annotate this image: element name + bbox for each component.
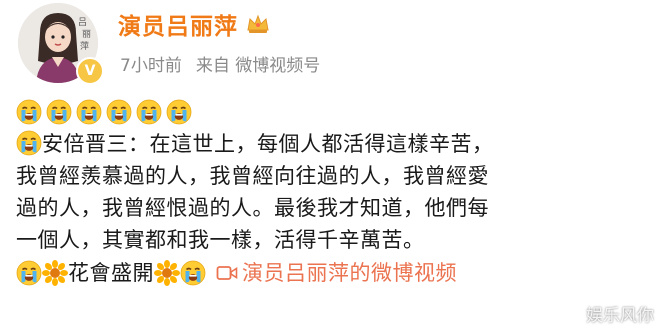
cry-emoji-icon	[136, 99, 162, 125]
video-link[interactable]: 演员吕丽萍的微博视频	[206, 257, 457, 289]
post-content: 安倍晋三：在這世上，每個人都活得這樣辛苦， 我曾經羨慕過的人，我曾經向往過的人，…	[16, 96, 656, 290]
cry-emoji-icon	[76, 99, 102, 125]
post-meta: 7小时前 来自 微博视频号	[120, 51, 320, 76]
cry-emoji-icon	[106, 99, 132, 125]
svg-text:丽: 丽	[82, 29, 91, 40]
content-line-3: 過的人，我曾經恨過的人。最後我才知道，他們每	[16, 196, 489, 220]
watermark: 娱乐风你	[586, 306, 654, 326]
svg-text:萍: 萍	[80, 41, 89, 52]
content-line-4: 一個人，其實都和我一樣，活得千辛萬苦。	[16, 228, 425, 252]
cry-emoji-icon	[46, 99, 72, 125]
cry-emoji-icon	[180, 260, 206, 286]
emoji-row	[16, 96, 656, 128]
sunflower-icon	[42, 260, 68, 286]
cry-emoji-icon	[16, 130, 42, 156]
post-time[interactable]: 7小时前	[120, 51, 182, 76]
cry-emoji-icon	[16, 99, 42, 125]
video-link-label[interactable]: 演员吕丽萍的微博视频	[242, 257, 457, 289]
sunflower-icon	[154, 260, 180, 286]
svg-text:吕: 吕	[78, 17, 87, 28]
author-name[interactable]: 演员吕丽萍	[118, 7, 238, 41]
post-source[interactable]: 来自 微博视频号	[196, 51, 320, 76]
cry-emoji-icon	[166, 99, 192, 125]
content-line-5: 花會盛開 演员吕丽萍的微博视频	[16, 256, 656, 290]
flower-text: 花會盛開	[68, 261, 154, 285]
content-line-2: 我曾經羨慕過的人，我曾經向往過的人，我曾經愛	[16, 164, 489, 188]
author-name-row[interactable]: 演员吕丽萍	[118, 7, 270, 41]
content-text: 安倍晋三：在這世上，每個人都活得這樣辛苦，	[42, 132, 494, 156]
content-line-1: 安倍晋三：在這世上，每個人都活得這樣辛苦，	[16, 128, 656, 160]
video-camera-icon	[216, 266, 238, 280]
crown-icon	[247, 14, 269, 33]
cry-emoji-icon	[16, 260, 42, 286]
verified-v-icon: V	[76, 57, 104, 85]
